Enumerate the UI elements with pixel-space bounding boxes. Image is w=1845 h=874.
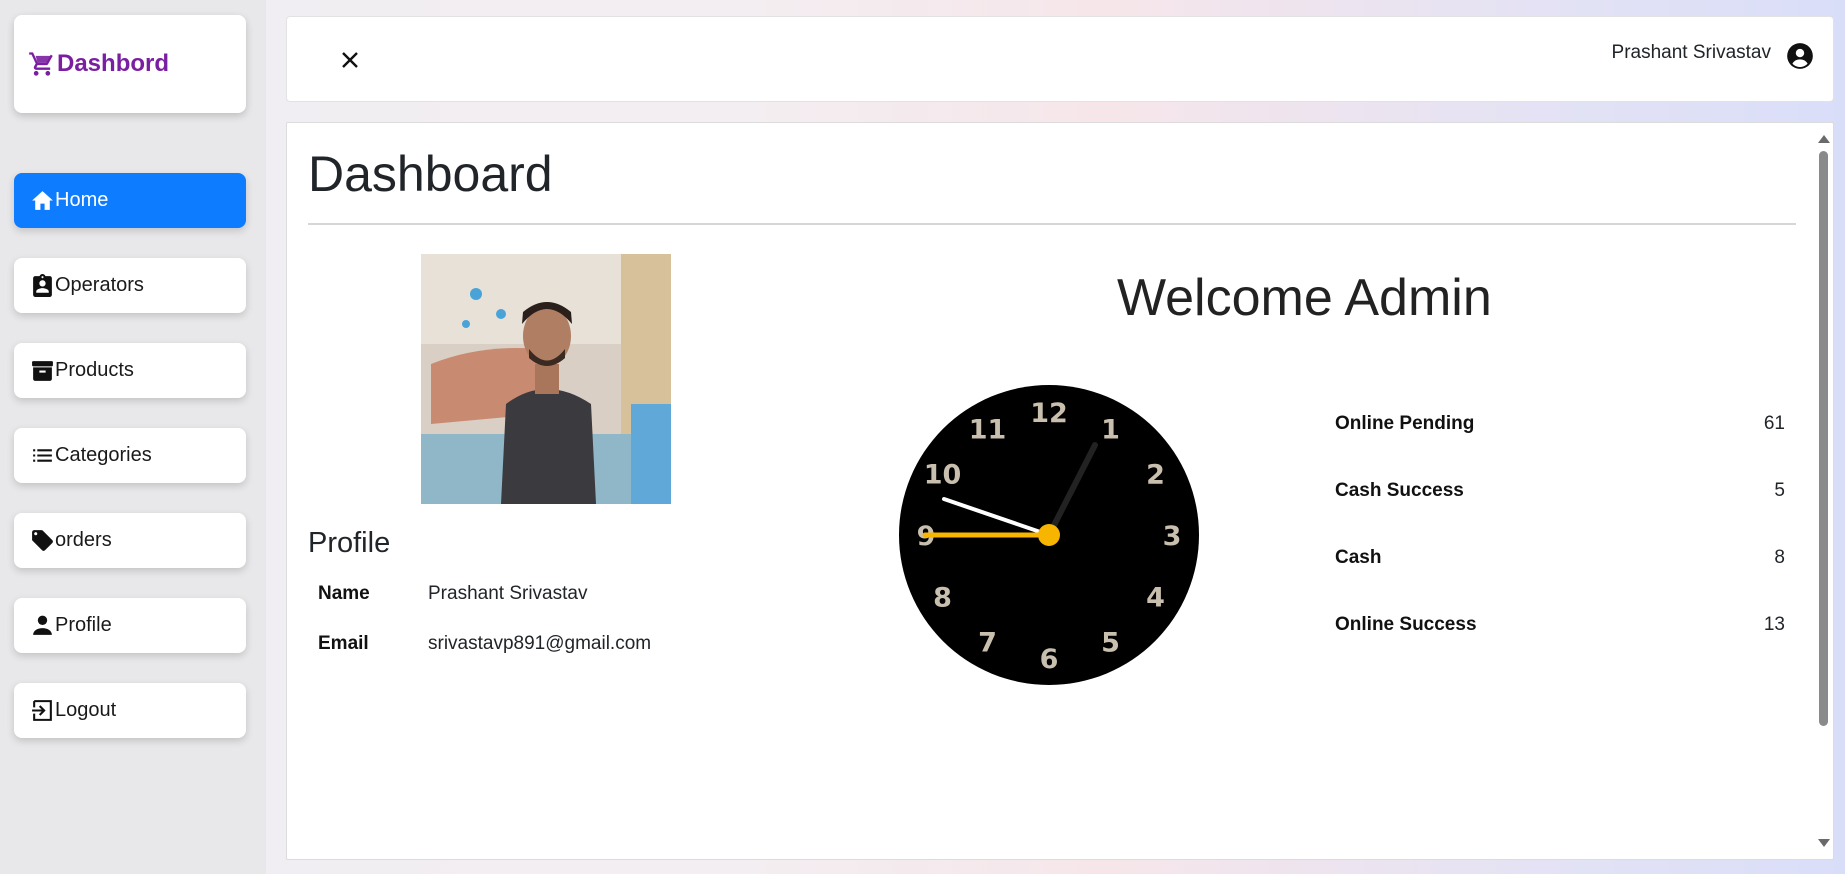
clock-number: 12: [1030, 398, 1068, 429]
archive-icon: [29, 358, 55, 384]
stat-value: 61: [1763, 413, 1785, 434]
clock-number: 2: [1146, 460, 1165, 491]
id-badge-icon: [29, 273, 55, 299]
user-circle-icon[interactable]: [1786, 42, 1814, 70]
sidebar-item-logout[interactable]: Logout: [14, 683, 246, 738]
clock-number: 8: [933, 583, 952, 614]
stat-row: Cash 8: [1335, 547, 1785, 614]
user-name[interactable]: Prashant Srivastav: [1612, 42, 1771, 64]
avatar: [421, 254, 671, 504]
sidebar-item-label: Products: [55, 359, 134, 381]
profile-key: Name: [318, 583, 370, 604]
clock-number: 10: [924, 460, 962, 491]
page-title: Dashboard: [308, 146, 553, 202]
sidebar-item-categories[interactable]: Categories: [14, 428, 246, 483]
close-icon[interactable]: [337, 47, 363, 73]
sidebar-item-profile[interactable]: Profile: [14, 598, 246, 653]
sidebar-item-label: Profile: [55, 614, 112, 636]
clock-number: 1: [1101, 414, 1120, 445]
person-icon: [29, 613, 55, 639]
sidebar-item-label: Logout: [55, 699, 117, 721]
profile-row-name: Name Prashant Srivastav: [318, 583, 651, 633]
clock-face: 121234567891011: [899, 385, 1199, 685]
list-icon: [29, 443, 55, 469]
sidebar-item-label: Home: [55, 189, 109, 211]
title-divider: [308, 223, 1796, 225]
tag-icon: [29, 528, 55, 554]
sidebar-item-products[interactable]: Products: [14, 343, 246, 398]
stat-row: Online Pending 61: [1335, 413, 1785, 480]
cart-icon: [28, 50, 56, 78]
profile-table: Name Prashant Srivastav Email srivastavp…: [318, 583, 651, 683]
stats-list: Online Pending 61 Cash Success 5 Cash 8 …: [1335, 413, 1785, 681]
analog-clock: 121234567891011: [899, 385, 1199, 685]
brand-logo[interactable]: Dashbord: [14, 15, 246, 113]
main-panel: Dashboard Profile Name Prashant Srivasta…: [286, 122, 1834, 860]
stat-label: Online Pending: [1335, 413, 1475, 434]
profile-heading: Profile: [308, 527, 391, 559]
clock-number: 6: [1040, 644, 1059, 675]
stat-label: Cash Success: [1335, 480, 1464, 501]
brand-label: Dashbord: [57, 50, 170, 77]
welcome-heading: Welcome Admin: [1117, 269, 1492, 327]
scroll-down-arrow-icon[interactable]: [1818, 839, 1830, 847]
scrollbar[interactable]: [1817, 133, 1830, 851]
stat-value: 8: [1774, 547, 1785, 568]
profile-key: Email: [318, 633, 369, 654]
home-icon: [29, 188, 55, 214]
scroll-thumb[interactable]: [1819, 151, 1828, 726]
clock-center: [1038, 524, 1060, 546]
logout-icon: [29, 698, 55, 724]
top-bar: Prashant Srivastav: [286, 16, 1834, 102]
stat-value: 5: [1774, 480, 1785, 501]
profile-value: Prashant Srivastav: [428, 583, 588, 604]
stat-value: 13: [1763, 614, 1785, 635]
sidebar-item-label: Categories: [55, 444, 152, 466]
stat-label: Online Success: [1335, 614, 1477, 635]
profile-row-email: Email srivastavp891@gmail.com: [318, 633, 651, 683]
sidebar-item-label: orders: [55, 529, 112, 551]
clock-number: 3: [1163, 521, 1182, 552]
clock-number: 4: [1146, 583, 1165, 614]
stat-row: Online Success 13: [1335, 614, 1785, 681]
sidebar-item-label: Operators: [55, 274, 144, 296]
stat-label: Cash: [1335, 547, 1382, 568]
sidebar-item-orders[interactable]: orders: [14, 513, 246, 568]
clock-number: 7: [978, 628, 997, 659]
clock-number: 5: [1101, 628, 1120, 659]
stat-row: Cash Success 5: [1335, 480, 1785, 547]
sidebar: Dashbord Home Operators Products Categor…: [0, 0, 266, 874]
profile-value: srivastavp891@gmail.com: [428, 633, 652, 654]
clock-number: 11: [969, 414, 1007, 445]
sidebar-item-operators[interactable]: Operators: [14, 258, 246, 313]
sidebar-item-home[interactable]: Home: [14, 173, 246, 228]
scroll-up-arrow-icon[interactable]: [1818, 135, 1830, 143]
